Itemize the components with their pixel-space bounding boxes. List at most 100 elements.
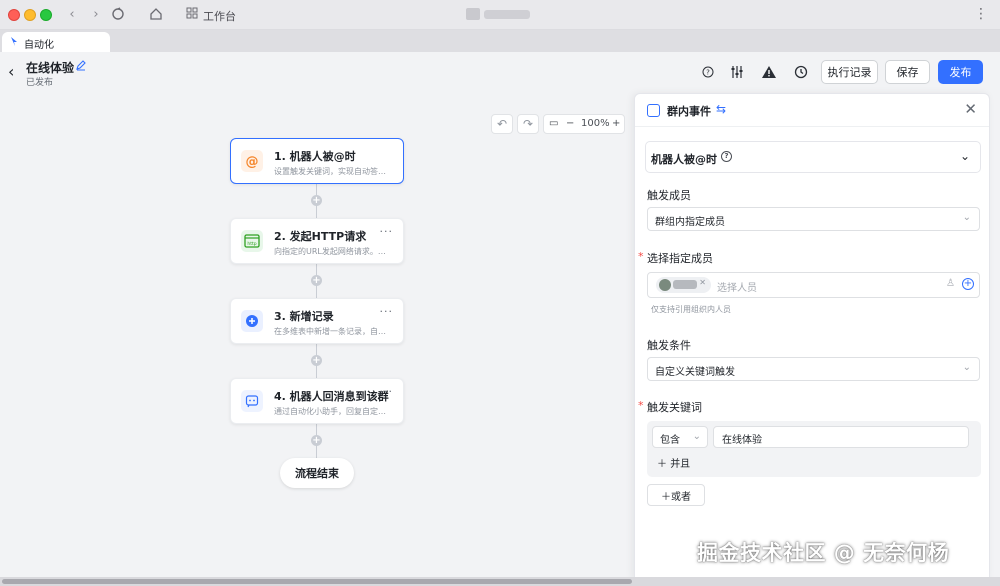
svg-text:@: @ [246,155,259,170]
save-button[interactable]: 保存 [885,60,930,84]
add-and-condition-button[interactable]: ＋ 并且 [657,455,690,470]
add-step-icon[interactable]: + [311,435,322,446]
at-icon: @ [241,150,263,172]
warning-icon[interactable] [758,61,780,83]
member-placeholder: 选择人员 [717,283,757,294]
zoom-control: ▭ − 100% + [543,114,625,134]
panel-title: 群内事件 [667,105,711,118]
flow-node-add-record[interactable]: 3. 新增记录 在多维表中新增一条记录，自… ··· [230,298,404,344]
switch-trigger-icon[interactable]: ⇆ [716,102,726,116]
history-icon[interactable] [790,61,812,83]
divider [635,126,989,127]
add-step-icon[interactable]: + [311,355,322,366]
svg-text:?: ? [706,69,710,77]
member-name-blurred [673,280,697,289]
node-title: 2. 发起HTTP请求 [274,230,367,243]
node-desc: 向指定的URL发起网络请求。… [274,247,386,256]
add-record-icon [241,310,263,332]
automation-icon [11,37,17,46]
nav-back-icon[interactable]: ‹ [64,7,80,23]
keyword-value: 在线体验 [722,435,762,446]
question-icon[interactable]: ? [721,151,732,162]
select-value: 群组内指定成员 [655,217,725,228]
chevron-down-icon: ⌄ [962,362,971,373]
flow-node-bot-reply[interactable]: 4. 机器人回消息到该群 通过自动化小助手，回复自定… ··· [230,378,404,424]
tab-label: 自动化 [24,40,54,51]
tab-automation[interactable]: 自动化 [2,32,110,52]
node-desc: 设置触发关键词，实现自动答… [274,167,386,176]
zoom-window-button[interactable] [40,9,52,21]
select-value: 自定义关键词触发 [655,367,735,378]
edit-title-icon[interactable] [75,59,87,71]
trigger-type-dropdown[interactable]: 机器人被@时 ? ⌄ [645,141,981,173]
trigger-condition-label: 触发条件 [647,339,691,352]
back-arrow-icon[interactable]: ‹ [8,62,14,81]
publish-status: 已发布 [26,78,54,88]
watermark: 掘金技术社区 @ 无奈何杨 [697,541,950,565]
add-step-icon[interactable]: + [311,195,322,206]
run-history-button[interactable]: 执行记录 [821,60,878,84]
fit-screen-icon[interactable]: ▭ [549,118,558,129]
flow-end-node: 流程结束 [280,458,354,488]
node-title: 3. 新增记录 [274,310,334,323]
zoom-level: 100% [581,118,610,129]
zoom-out-icon[interactable]: − [566,118,574,129]
redo-icon[interactable]: ↷ [517,114,539,134]
document-title-blurred [466,8,530,20]
close-window-button[interactable] [8,9,20,21]
select-members-label: * 选择指定成员 [638,250,713,265]
avatar [659,279,671,291]
trigger-type-value: 机器人被@时 [651,153,717,166]
add-member-icon[interactable]: + [962,278,974,290]
keyword-condition-group: 包含 ⌄ 在线体验 ＋ 并且 [647,421,981,477]
select-value: 包含 [660,435,680,446]
node-more-icon[interactable]: ··· [380,305,394,318]
tab-strip: 自动化 [0,30,1000,52]
home-icon[interactable] [148,7,164,23]
publish-button[interactable]: 发布 [938,60,983,84]
http-icon: http [241,230,263,252]
remove-member-icon[interactable]: ✕ [699,278,706,287]
minimize-window-button[interactable] [24,9,36,21]
trigger-members-label: 触发成员 [647,189,691,202]
page-title: 在线体验 [26,61,75,75]
add-or-condition-button[interactable]: ＋ 或者 [647,484,705,506]
member-picker[interactable]: ✕ 选择人员 ♙ + [647,272,980,298]
bot-message-icon [241,390,263,412]
nav-forward-icon[interactable]: › [88,7,104,23]
keywords-label: * 触发关键词 [638,399,702,414]
settings-sliders-icon[interactable] [726,61,748,83]
member-chip[interactable]: ✕ [656,277,711,293]
more-icon[interactable]: ⋮ [974,6,988,22]
chevron-down-icon: ⌄ [692,431,701,442]
required-mark: * [638,399,644,412]
undo-icon[interactable]: ↶ [491,114,513,134]
trigger-condition-select[interactable]: 自定义关键词触发 ⌄ [647,357,980,381]
node-desc: 通过自动化小助手，回复自定… [274,407,386,416]
chevron-down-icon: ⌄ [959,149,970,163]
svg-text:http: http [247,241,256,247]
member-hint: 仅支持引用组织内人员 [651,305,731,314]
node-more-icon[interactable]: ··· [380,225,394,238]
required-mark: * [638,250,644,263]
config-panel: 群内事件 ⇆ ✕ 机器人被@时 ? ⌄ 触发成员 群组内指定成员 ⌄ * 选择指定… [634,93,990,580]
node-desc: 在多维表中新增一条记录，自… [274,327,386,336]
group-event-icon [647,104,660,117]
keyword-operator-select[interactable]: 包含 ⌄ [652,426,708,448]
trigger-members-select[interactable]: 群组内指定成员 ⌄ [647,207,980,231]
chevron-down-icon: ⌄ [962,212,971,223]
scrollbar-thumb[interactable] [2,579,632,584]
refresh-icon[interactable] [110,7,126,23]
flow-node-trigger[interactable]: @ 1. 机器人被@时 设置触发关键词，实现自动答… [230,138,404,184]
help-icon[interactable]: ? [697,61,719,83]
add-step-icon[interactable]: + [311,275,322,286]
workspace-label[interactable]: 工作台 [203,8,236,24]
close-icon[interactable]: ✕ [964,100,977,118]
node-more-icon[interactable]: ··· [380,385,394,398]
workspace-grid-icon[interactable] [184,7,200,23]
keyword-input[interactable]: 在线体验 [713,426,969,448]
flow-node-http[interactable]: http 2. 发起HTTP请求 向指定的URL发起网络请求。… ··· [230,218,404,264]
zoom-in-icon[interactable]: + [612,118,620,129]
window-titlebar: ‹ › 工作台 ⋮ [0,0,1000,30]
person-icon[interactable]: ♙ [946,278,955,289]
